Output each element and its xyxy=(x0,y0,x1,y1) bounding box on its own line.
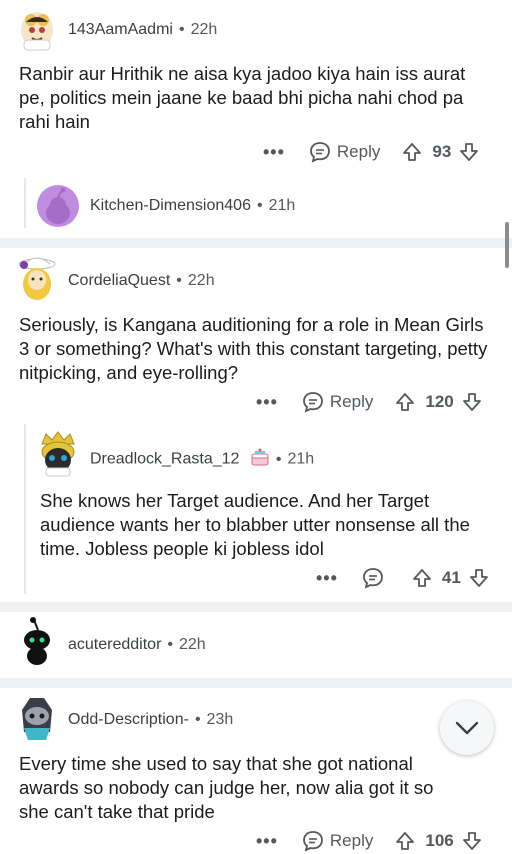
next-comment-button[interactable] xyxy=(440,701,494,755)
comment-body: Seriously, is Kangana auditioning for a … xyxy=(19,314,488,383)
comment-body: She knows her Target audience. And her T… xyxy=(40,490,470,559)
upvote-icon[interactable] xyxy=(395,392,415,412)
downvote-icon[interactable] xyxy=(462,831,482,851)
upvote-icon[interactable] xyxy=(402,142,422,162)
comment-actions: ••• 41 xyxy=(316,565,489,591)
reply-icon xyxy=(303,831,323,852)
avatar[interactable] xyxy=(16,8,58,52)
upvote-icon[interactable] xyxy=(412,568,432,588)
thread-line[interactable] xyxy=(24,424,26,594)
reply-icon xyxy=(310,142,330,163)
username-text[interactable]: Kitchen-Dimension406 xyxy=(90,197,251,214)
username-text[interactable]: Dreadlock_Rasta_12 xyxy=(90,451,239,468)
comment-actions: ••• Reply 106 xyxy=(256,828,482,854)
comment-actions: ••• Reply 93 xyxy=(263,139,479,165)
comment-separator xyxy=(0,678,512,688)
comment-body: Every time she used to say that she got … xyxy=(19,753,434,822)
more-options-button[interactable]: ••• xyxy=(256,831,278,852)
reply-label: Reply xyxy=(329,831,374,850)
avatar[interactable] xyxy=(37,185,79,227)
comment-username[interactable]: Dreadlock_Rasta_12 • 21h xyxy=(90,448,314,471)
vote-group: 120 xyxy=(395,392,481,412)
downvote-icon[interactable] xyxy=(462,392,482,412)
reply-button[interactable]: Reply xyxy=(309,141,380,163)
comment-username[interactable]: Odd-Description- • 23h xyxy=(68,711,233,729)
reply-icon xyxy=(303,392,323,413)
meta-separator: • xyxy=(167,636,173,653)
reply-icon xyxy=(363,568,383,589)
more-options-button[interactable]: ••• xyxy=(316,568,338,589)
cake-day-icon xyxy=(250,448,270,471)
chevron-down-icon xyxy=(455,721,479,735)
meta-separator: • xyxy=(178,21,185,38)
comment-username[interactable]: CordeliaQuest • 22h xyxy=(68,272,215,290)
vote-group: 93 xyxy=(402,142,479,162)
more-options-button[interactable]: ••• xyxy=(256,392,278,413)
vote-count: 106 xyxy=(425,831,454,850)
reply-label: Reply xyxy=(336,142,381,161)
username-text[interactable]: 143AamAadmi xyxy=(68,21,173,38)
comment-age: 23h xyxy=(206,711,234,728)
thread-line[interactable] xyxy=(24,178,26,228)
comment-body: Ranbir aur Hrithik ne aisa kya jadoo kiy… xyxy=(19,63,466,132)
username-text[interactable]: CordeliaQuest xyxy=(68,272,170,289)
comment-separator xyxy=(0,238,512,248)
comment-age: 21h xyxy=(287,450,315,468)
vote-count: 93 xyxy=(432,142,452,161)
username-text[interactable]: acuteredditor xyxy=(68,636,161,653)
comment-username[interactable]: 143AamAadmi • 22h xyxy=(68,21,217,39)
comment-username[interactable]: acuteredditor • 22h xyxy=(68,636,206,654)
meta-separator: • xyxy=(275,450,282,468)
reply-button[interactable]: Reply xyxy=(302,830,373,852)
scrollbar-thumb[interactable] xyxy=(505,222,509,268)
avatar[interactable] xyxy=(14,692,60,742)
meta-separator: • xyxy=(194,711,201,728)
vote-count: 41 xyxy=(441,568,461,587)
reply-button[interactable] xyxy=(362,567,390,589)
upvote-icon[interactable] xyxy=(395,831,415,851)
reply-button[interactable]: Reply xyxy=(302,391,373,413)
avatar[interactable] xyxy=(16,616,58,666)
comment-age: 22h xyxy=(187,272,215,289)
vote-group: 41 xyxy=(412,568,489,588)
comment-separator xyxy=(0,602,512,612)
vote-count: 120 xyxy=(425,392,454,411)
comment-age: 22h xyxy=(179,636,206,653)
downvote-icon[interactable] xyxy=(469,568,489,588)
downvote-icon[interactable] xyxy=(459,142,479,162)
comment-age: 22h xyxy=(190,21,218,38)
username-text[interactable]: Odd-Description- xyxy=(68,711,189,728)
avatar[interactable] xyxy=(36,430,80,478)
avatar[interactable] xyxy=(14,254,60,302)
comment-actions: ••• Reply 120 xyxy=(256,389,482,415)
reply-label: Reply xyxy=(329,392,374,411)
vote-group: 106 xyxy=(395,831,481,851)
meta-separator: • xyxy=(256,197,263,214)
comment-age: 21h xyxy=(268,197,296,214)
comment-username[interactable]: Kitchen-Dimension406 • 21h xyxy=(90,197,295,215)
more-options-button[interactable]: ••• xyxy=(263,142,285,163)
meta-separator: • xyxy=(176,272,182,289)
